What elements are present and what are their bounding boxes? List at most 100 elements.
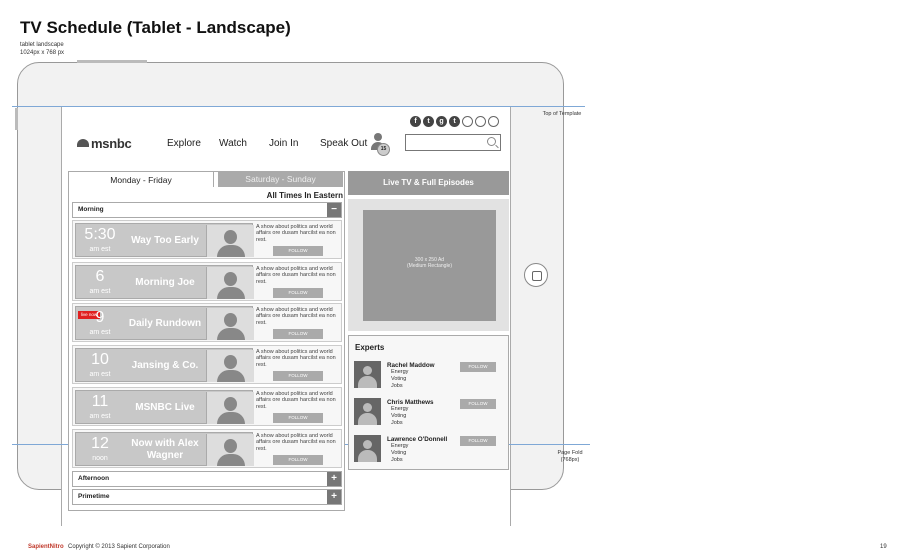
subtitle: tablet landscape 1024px x 768 px: [20, 41, 100, 57]
tablet-side-button: [15, 108, 18, 130]
expert-topic[interactable]: Voting: [391, 450, 406, 457]
tumblr-icon[interactable]: t: [449, 116, 460, 127]
follow-button[interactable]: FOLLOW: [273, 413, 323, 423]
follow-button[interactable]: FOLLOW: [273, 288, 323, 298]
follow-button[interactable]: FOLLOW: [273, 329, 323, 339]
section-primetime-label: Primetime: [78, 493, 110, 500]
expert-topic[interactable]: Voting: [391, 413, 406, 420]
peacock-icon: [77, 139, 89, 147]
page-fold-label-line-1: Page Fold: [557, 450, 583, 456]
social-placeholder-icon[interactable]: [475, 116, 486, 127]
show-time: 9: [95, 309, 105, 326]
table-row[interactable]: 6 am est Morning Joe A show about politics …: [72, 262, 342, 301]
follow-button[interactable]: FOLLOW: [273, 371, 323, 381]
table-row[interactable]: 12 noon Now with Alex Wagner A show about p…: [72, 429, 342, 468]
follow-button[interactable]: FOLLOW: [273, 246, 323, 256]
expert-name[interactable]: Chris Matthews: [387, 399, 434, 406]
social-placeholder-icon[interactable]: [488, 116, 499, 127]
top-of-template-label: Top of Template: [542, 111, 582, 117]
expert-name[interactable]: Lawrence O'Donnell: [387, 436, 447, 443]
section-afternoon[interactable]: Afternoon +: [72, 471, 342, 487]
page-fold-label-line-2: (768px): [560, 457, 580, 463]
subtitle-line-1: tablet landscape: [20, 42, 64, 48]
table-row[interactable]: 10 am est Jansing & Co. A show about politi…: [72, 345, 342, 384]
show-time-suffix: am est: [89, 371, 111, 378]
ad-type-label: (Medium Rectangle): [406, 263, 453, 269]
expert-topic[interactable]: Jobs: [391, 383, 403, 390]
search-input[interactable]: [405, 134, 501, 151]
expert-avatar[interactable]: [354, 435, 381, 462]
follow-button[interactable]: FOLLOW: [460, 399, 496, 409]
show-name: Now with Alex Wagner: [131, 438, 199, 461]
tab-saturday-sunday[interactable]: Saturday - Sunday: [218, 171, 343, 187]
show-thumbnail[interactable]: live now 9 am est Daily Rundown: [75, 306, 254, 340]
subtitle-line-2: 1024px x 768 px: [20, 50, 65, 56]
show-thumbnail[interactable]: 5:30 am est Way Too Early: [75, 223, 254, 257]
show-description: A show about politics and world affairs …: [256, 307, 336, 326]
show-thumbnail[interactable]: 10 am est Jansing & Co.: [75, 348, 254, 382]
facebook-icon[interactable]: f: [410, 116, 421, 127]
show-time: 10: [91, 351, 109, 368]
host-avatar: [206, 267, 254, 299]
show-description: A show about politics and world affairs …: [256, 224, 336, 243]
table-row[interactable]: 11 am est MSNBC Live A show about politics …: [72, 387, 342, 426]
show-thumbnail[interactable]: 11 am est MSNBC Live: [75, 390, 254, 424]
experts-title: Experts: [355, 343, 385, 352]
expert-topic[interactable]: Energy: [391, 443, 408, 450]
copyright: Copyright © 2013 Sapient Corporation: [68, 544, 170, 550]
expert-topic[interactable]: Voting: [391, 376, 406, 383]
show-time: 11: [91, 393, 109, 410]
ad-placeholder[interactable]: 300 x 250 Ad (Medium Rectangle): [363, 210, 496, 321]
host-avatar: [206, 350, 254, 382]
social-placeholder-icon[interactable]: [462, 116, 473, 127]
page-title: TV Schedule (Tablet - Landscape): [20, 18, 291, 37]
sapientnitro-logo: SapientNitro: [28, 544, 64, 550]
follow-button[interactable]: FOLLOW: [460, 436, 496, 446]
search-icon[interactable]: [487, 137, 496, 146]
table-row[interactable]: live now 9 am est Daily Rundown A show about…: [72, 303, 342, 342]
nav-watch[interactable]: Watch: [219, 138, 247, 149]
google-plus-icon[interactable]: g: [436, 116, 447, 127]
logo-text: msnbc: [91, 136, 132, 151]
expert-topic[interactable]: Jobs: [391, 457, 403, 464]
nav-join-in[interactable]: Join In: [269, 138, 298, 149]
tab-monday-friday[interactable]: Monday - Friday: [68, 171, 214, 187]
expert-topic[interactable]: Energy: [391, 406, 408, 413]
table-row[interactable]: 5:30 am est Way Too Early A show about poli…: [72, 220, 342, 259]
twitter-icon[interactable]: t: [423, 116, 434, 127]
follow-button[interactable]: FOLLOW: [460, 362, 496, 372]
show-thumbnail[interactable]: 6 am est Morning Joe: [75, 265, 254, 299]
expert-topic[interactable]: Jobs: [391, 420, 403, 427]
section-primetime[interactable]: Primetime +: [72, 489, 342, 505]
top-of-template-line: [12, 106, 585, 107]
show-name: MSNBC Live: [135, 402, 195, 413]
nav-speak-out[interactable]: Speak Out: [320, 138, 367, 149]
expand-icon[interactable]: +: [327, 472, 341, 486]
expert-name[interactable]: Rachel Maddow: [387, 362, 435, 369]
expand-icon[interactable]: +: [327, 490, 341, 504]
nav-explore[interactable]: Explore: [167, 138, 201, 149]
show-time-suffix: am est: [89, 246, 111, 253]
show-time: 6: [95, 268, 105, 285]
show-description: A show about politics and world affairs …: [256, 391, 336, 410]
show-name: Way Too Early: [131, 235, 199, 246]
section-morning[interactable]: Morning −: [72, 202, 342, 218]
show-thumbnail[interactable]: 12 noon Now with Alex Wagner: [75, 432, 254, 466]
expert-topic[interactable]: Energy: [391, 369, 408, 376]
show-time-suffix: am est: [89, 413, 111, 420]
page-number: 19: [880, 544, 887, 550]
expert-avatar[interactable]: [354, 398, 381, 425]
live-tv-button[interactable]: Live TV & Full Episodes: [348, 171, 509, 195]
expert-avatar[interactable]: [354, 361, 381, 388]
show-time-suffix: am est: [89, 329, 111, 336]
msnbc-logo[interactable]: msnbc: [77, 136, 132, 151]
show-name: Daily Rundown: [128, 318, 202, 329]
page-fold-label: Page Fold (768px): [555, 450, 585, 464]
host-avatar: [206, 392, 254, 424]
section-morning-label: Morning: [78, 206, 104, 213]
show-name: Morning Joe: [135, 277, 195, 288]
follow-button[interactable]: FOLLOW: [273, 455, 323, 465]
show-description: A show about politics and world affairs …: [256, 266, 336, 285]
collapse-icon[interactable]: −: [327, 203, 341, 217]
tablet-home-button[interactable]: [524, 263, 548, 287]
